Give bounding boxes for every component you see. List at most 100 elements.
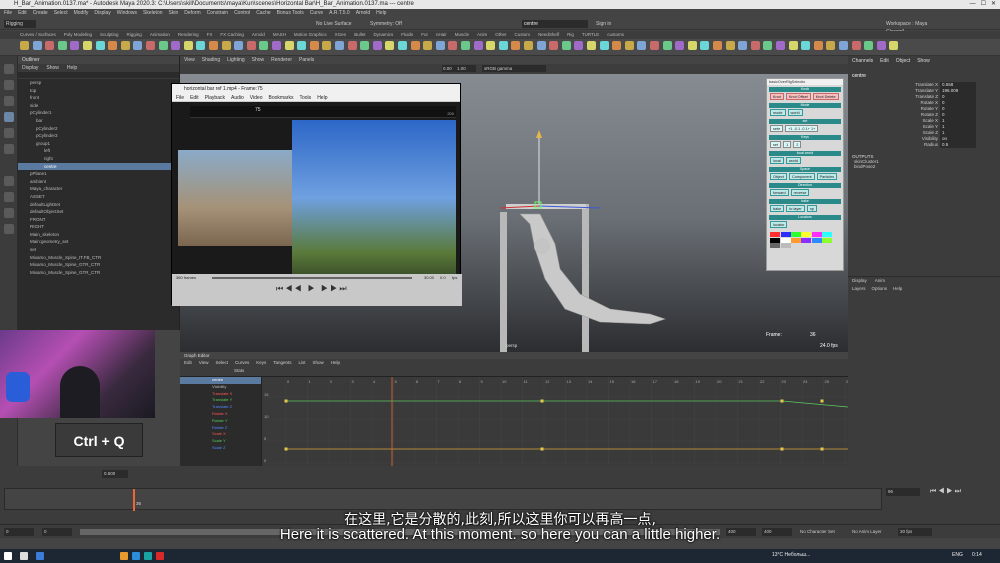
color-swatch[interactable] — [801, 237, 812, 243]
shelf-tool-icon[interactable] — [813, 41, 823, 50]
menu-display[interactable]: Display — [94, 10, 110, 16]
graph-menu-select[interactable]: Select — [215, 360, 228, 365]
channel-value[interactable]: 0 — [940, 94, 976, 100]
menu-create[interactable]: Create — [33, 10, 48, 16]
keyframe-point[interactable] — [284, 447, 288, 451]
outliner-item[interactable]: left — [18, 147, 179, 155]
menu-arnold[interactable]: Arnold — [356, 10, 370, 16]
color-swatch[interactable] — [790, 232, 801, 238]
shelf-tab-dynamics[interactable]: Dynamics — [373, 32, 393, 37]
picker-button[interactable]: world — [787, 109, 803, 116]
workspace-selector[interactable]: Workspace : Maya Classic* — [886, 20, 946, 35]
channelbox-menu-channels[interactable]: Channels — [852, 58, 873, 64]
shelf-tool-icon[interactable] — [448, 41, 458, 50]
keyframe-point[interactable] — [780, 447, 784, 451]
graph-menu-curves[interactable]: Curves — [235, 360, 249, 365]
color-swatch[interactable] — [780, 237, 791, 243]
video-scrubber[interactable] — [212, 277, 412, 279]
keyframe-point[interactable] — [820, 399, 824, 403]
picker-button[interactable]: Knot — [770, 93, 784, 100]
channelbox-menu-edit[interactable]: Edit — [880, 58, 889, 64]
menu-help[interactable]: Help — [376, 10, 386, 16]
shelf-tool-icon[interactable] — [32, 41, 42, 50]
outliner-item[interactable]: Main_skeleton — [18, 231, 179, 239]
graph-channel[interactable]: Visibility — [180, 384, 261, 391]
translate-y-curve-tail[interactable] — [781, 400, 848, 408]
video-menu-bookmarks[interactable]: Bookmarks — [268, 95, 293, 101]
lasso-tool-icon[interactable] — [4, 80, 14, 90]
video-timeline-ruler[interactable]: 75 200 — [190, 106, 456, 118]
move-tool-icon[interactable] — [4, 112, 14, 122]
shelf-tab-rigging[interactable]: Rigging — [127, 32, 142, 37]
viewport-menu-renderer[interactable]: Renderer — [271, 57, 292, 63]
time-slider[interactable]: 36 — [4, 488, 882, 511]
outliner-item[interactable]: RIGHT — [18, 223, 179, 231]
shelf-tool-icon[interactable] — [133, 41, 143, 50]
outliner-search[interactable] — [18, 72, 179, 79]
shelf-tool-icon[interactable] — [839, 41, 848, 50]
outliner-item[interactable]: pCylinder3 — [18, 132, 179, 140]
picker-button[interactable]: Object — [770, 173, 787, 180]
graph-channel[interactable]: Rotate X — [180, 411, 261, 418]
channel-value[interactable]: 1 — [940, 118, 976, 124]
shelf-tab-anim[interactable]: Anim — [477, 32, 487, 37]
gamma-field[interactable]: 1.00 — [456, 65, 476, 72]
shelf-tool-icon[interactable] — [876, 41, 886, 50]
y-axis-arrow[interactable] — [536, 130, 542, 138]
outliner-item[interactable]: pCylinder1 — [18, 109, 179, 117]
shelf-tab-fx[interactable]: FX — [207, 32, 213, 37]
explorer-icon[interactable] — [120, 552, 128, 560]
shelf-tool-icon[interactable] — [599, 41, 609, 50]
keyframe-point[interactable] — [780, 399, 784, 403]
outliner-item[interactable]: Mixamo_Muscle_Spine_GTR_CTR — [18, 261, 179, 269]
picker-button[interactable]: 2 — [793, 141, 802, 148]
shelf-tool-icon[interactable] — [498, 41, 508, 50]
playback-controls[interactable]: ⏮ ◀ ▶ ⏭ — [930, 488, 961, 496]
shelf-tool-icon[interactable] — [851, 41, 861, 50]
app-icon[interactable] — [156, 552, 164, 560]
viewport-menu-panels[interactable]: Panels — [299, 57, 314, 63]
menu-skin[interactable]: Skin — [169, 10, 179, 16]
layout-single-icon[interactable] — [4, 176, 14, 186]
channel-value[interactable]: 0 — [940, 100, 976, 106]
shelf-tool-icon[interactable] — [750, 41, 760, 50]
shelf-tool-icon[interactable] — [83, 41, 92, 50]
shelf-tool-icon[interactable] — [561, 41, 571, 50]
shelf-tab-animation[interactable]: Animation — [150, 32, 170, 37]
viewport-menu-shading[interactable]: Shading — [202, 57, 220, 63]
channel-value[interactable]: 196.009 — [940, 88, 976, 94]
outliner-item[interactable]: Main:geometry_set — [18, 238, 179, 246]
rotate-tool-icon[interactable] — [4, 128, 14, 138]
shelf-tool-icon[interactable] — [738, 41, 748, 50]
color-swatch[interactable] — [801, 232, 812, 238]
channelbox-menu-show[interactable]: Show — [917, 58, 930, 64]
start-icon[interactable] — [4, 552, 12, 560]
graph-channel[interactable]: Scale Y — [180, 438, 261, 445]
shelf-tab-rig[interactable]: Rig — [567, 32, 574, 37]
graph-channel[interactable]: Scale X — [180, 431, 261, 438]
channel-value[interactable]: 0 — [940, 106, 976, 112]
outliner-item[interactable]: Mixamo_Muscle_Spine_IT.FB_CTR — [18, 254, 179, 262]
picker-button[interactable]: forward — [770, 189, 789, 196]
outliner-item[interactable]: defaultLightSet — [18, 201, 179, 209]
shelf-tool-icon[interactable] — [511, 41, 521, 50]
shelf-tool-icon[interactable] — [120, 41, 130, 50]
color-swatch[interactable] — [780, 232, 791, 238]
channel-row[interactable]: Radius 0.5 — [848, 142, 1000, 148]
current-frame-field[interactable]: 96 — [886, 488, 920, 496]
graph-menu-show[interactable]: Show — [313, 360, 324, 365]
outliner-item[interactable]: front — [18, 94, 179, 102]
shelf-tab-fur[interactable]: Fur — [421, 32, 428, 37]
shelf-tool-icon[interactable] — [473, 41, 483, 50]
menu-file[interactable]: File — [4, 10, 12, 16]
shelf-tool-icon[interactable] — [372, 41, 382, 50]
shelf-tab-rendering[interactable]: Rendering — [178, 32, 199, 37]
channelbox-menu-object[interactable]: Object — [896, 58, 910, 64]
picker-button[interactable]: reverse — [790, 189, 810, 196]
menu-curve[interactable]: Curve — [310, 10, 323, 16]
shelf-tool-icon[interactable] — [284, 41, 294, 50]
channel-value[interactable]: 0.5 — [940, 142, 976, 148]
shelf-tab-customs[interactable]: customs — [607, 32, 624, 37]
shelf-tool-icon[interactable] — [612, 41, 622, 50]
picker-button[interactable]: mode — [770, 109, 786, 116]
